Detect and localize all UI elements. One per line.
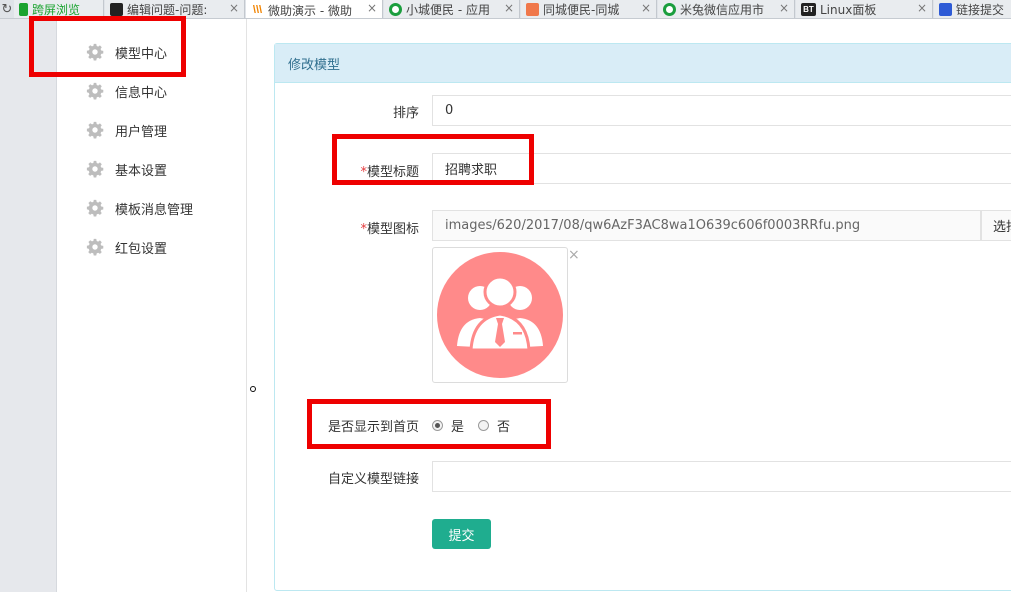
close-icon[interactable]: × xyxy=(504,1,514,15)
phone-icon xyxy=(19,3,28,16)
sidebar-item-label: 红包设置 xyxy=(115,241,168,257)
paw-icon xyxy=(939,3,952,16)
panel-title: 修改模型 xyxy=(275,44,1011,83)
show-home-label: 是否显示到首页 xyxy=(327,420,419,435)
radio-yes[interactable] xyxy=(432,419,443,431)
radio-no[interactable] xyxy=(478,419,490,431)
tab-xiaocheng[interactable]: 小城便民 - 应用 × xyxy=(384,0,520,18)
tab-title: 同城便民-同城 xyxy=(543,3,620,17)
tab-linux-panel[interactable]: BT Linux面板 × xyxy=(796,0,933,18)
close-icon[interactable]: × xyxy=(779,1,789,15)
recruitment-people-icon xyxy=(437,252,563,378)
model-icon-label: *模型图标 xyxy=(360,218,419,237)
tab-edit-question[interactable]: 编辑问题-问题: × xyxy=(105,0,245,18)
radio-yes-label: 是 xyxy=(451,419,465,435)
tab-weizhu-demo[interactable]: \\\ 微助演示 - 微助 × xyxy=(246,0,383,18)
tab-title: 微助演示 - 微助 xyxy=(268,3,352,18)
film-icon xyxy=(110,3,123,16)
tab-title: 小城便民 - 应用 xyxy=(406,3,490,17)
model-icon-path-input[interactable]: images/620/2017/08/qw6AzF3AC8wa1O639c606… xyxy=(432,210,981,241)
gear-icon xyxy=(86,238,104,256)
sidebar-item-label: 用户管理 xyxy=(115,124,168,140)
close-icon[interactable]: × xyxy=(367,1,377,15)
close-icon[interactable]: × xyxy=(229,1,239,15)
sidebar-item-basic-settings[interactable]: 基本设置 xyxy=(86,159,167,179)
radio-no-label: 否 xyxy=(497,419,511,435)
gear-icon xyxy=(86,199,104,217)
show-home-radio-group: 是 否 xyxy=(432,415,510,435)
tab-title: 米兔微信应用市 xyxy=(680,3,765,17)
sidebar-item-user-management[interactable]: 用户管理 xyxy=(86,120,167,140)
sidebar-item-label: 模型中心 xyxy=(115,46,168,62)
choose-image-button[interactable]: 选择 xyxy=(981,210,1011,241)
sidebar-item-red-packet[interactable]: 红包设置 xyxy=(86,237,167,257)
mouse-cursor xyxy=(250,386,256,392)
gear-icon xyxy=(86,82,104,100)
app-icon xyxy=(526,3,539,16)
sort-input[interactable]: 0 xyxy=(432,95,1011,126)
sidebar-item-info-center[interactable]: 信息中心 xyxy=(86,81,167,101)
sort-label-text: 排序 xyxy=(392,106,419,121)
sidebar-item-label: 信息中心 xyxy=(115,85,168,101)
tab-title: 链接提交 xyxy=(956,3,1005,17)
model-icon-label-text: 模型图标 xyxy=(366,222,419,237)
tab-title: 跨屏浏览 xyxy=(32,3,81,17)
model-title-label-text: 模型标题 xyxy=(366,165,419,180)
close-icon[interactable]: × xyxy=(641,1,651,15)
tab-title: Linux面板 xyxy=(820,3,877,17)
sidebar-item-template-messages[interactable]: 模板消息管理 xyxy=(86,198,193,218)
vv-logo-icon: \\\ xyxy=(252,4,263,16)
submit-button[interactable]: 提交 xyxy=(432,519,491,549)
tab-kuaping[interactable]: 跨屏浏览 xyxy=(14,0,104,18)
sidebar: 模型中心 信息中心 用户管理 基本设置 模板消息管理 红包设置 xyxy=(58,19,247,592)
tab-mitu[interactable]: 米兔微信应用市 × xyxy=(658,0,795,18)
sidebar-item-label: 基本设置 xyxy=(115,163,168,179)
tab-title: 编辑问题-问题: xyxy=(127,3,208,17)
custom-link-label: 自定义模型链接 xyxy=(327,472,419,487)
custom-link-input[interactable] xyxy=(432,461,1011,492)
model-title-label: *模型标题 xyxy=(360,161,419,180)
target-icon xyxy=(389,3,402,16)
target-icon xyxy=(663,3,676,16)
sidebar-item-model-center[interactable]: 模型中心 xyxy=(86,42,167,62)
sort-label: 排序 xyxy=(393,102,419,121)
bt-logo-icon: BT xyxy=(801,3,816,16)
tab-tongcheng[interactable]: 同城便民-同城 × xyxy=(521,0,657,18)
model-icon-preview xyxy=(432,247,568,383)
gear-icon xyxy=(86,160,104,178)
close-icon[interactable]: × xyxy=(568,248,580,262)
gear-icon xyxy=(86,43,104,61)
left-gutter xyxy=(0,19,57,592)
model-title-input[interactable]: 招聘求职 xyxy=(432,153,1011,184)
tab-link-submit[interactable]: 链接提交 xyxy=(934,0,1011,18)
reload-icon[interactable]: ↻ xyxy=(0,0,14,18)
sidebar-item-label: 模板消息管理 xyxy=(115,202,194,218)
close-icon[interactable]: × xyxy=(917,1,927,15)
gear-icon xyxy=(86,121,104,139)
browser-tab-strip: ↻ 跨屏浏览 编辑问题-问题: × \\\ 微助演示 - 微助 × 小城便民 -… xyxy=(0,0,1011,19)
